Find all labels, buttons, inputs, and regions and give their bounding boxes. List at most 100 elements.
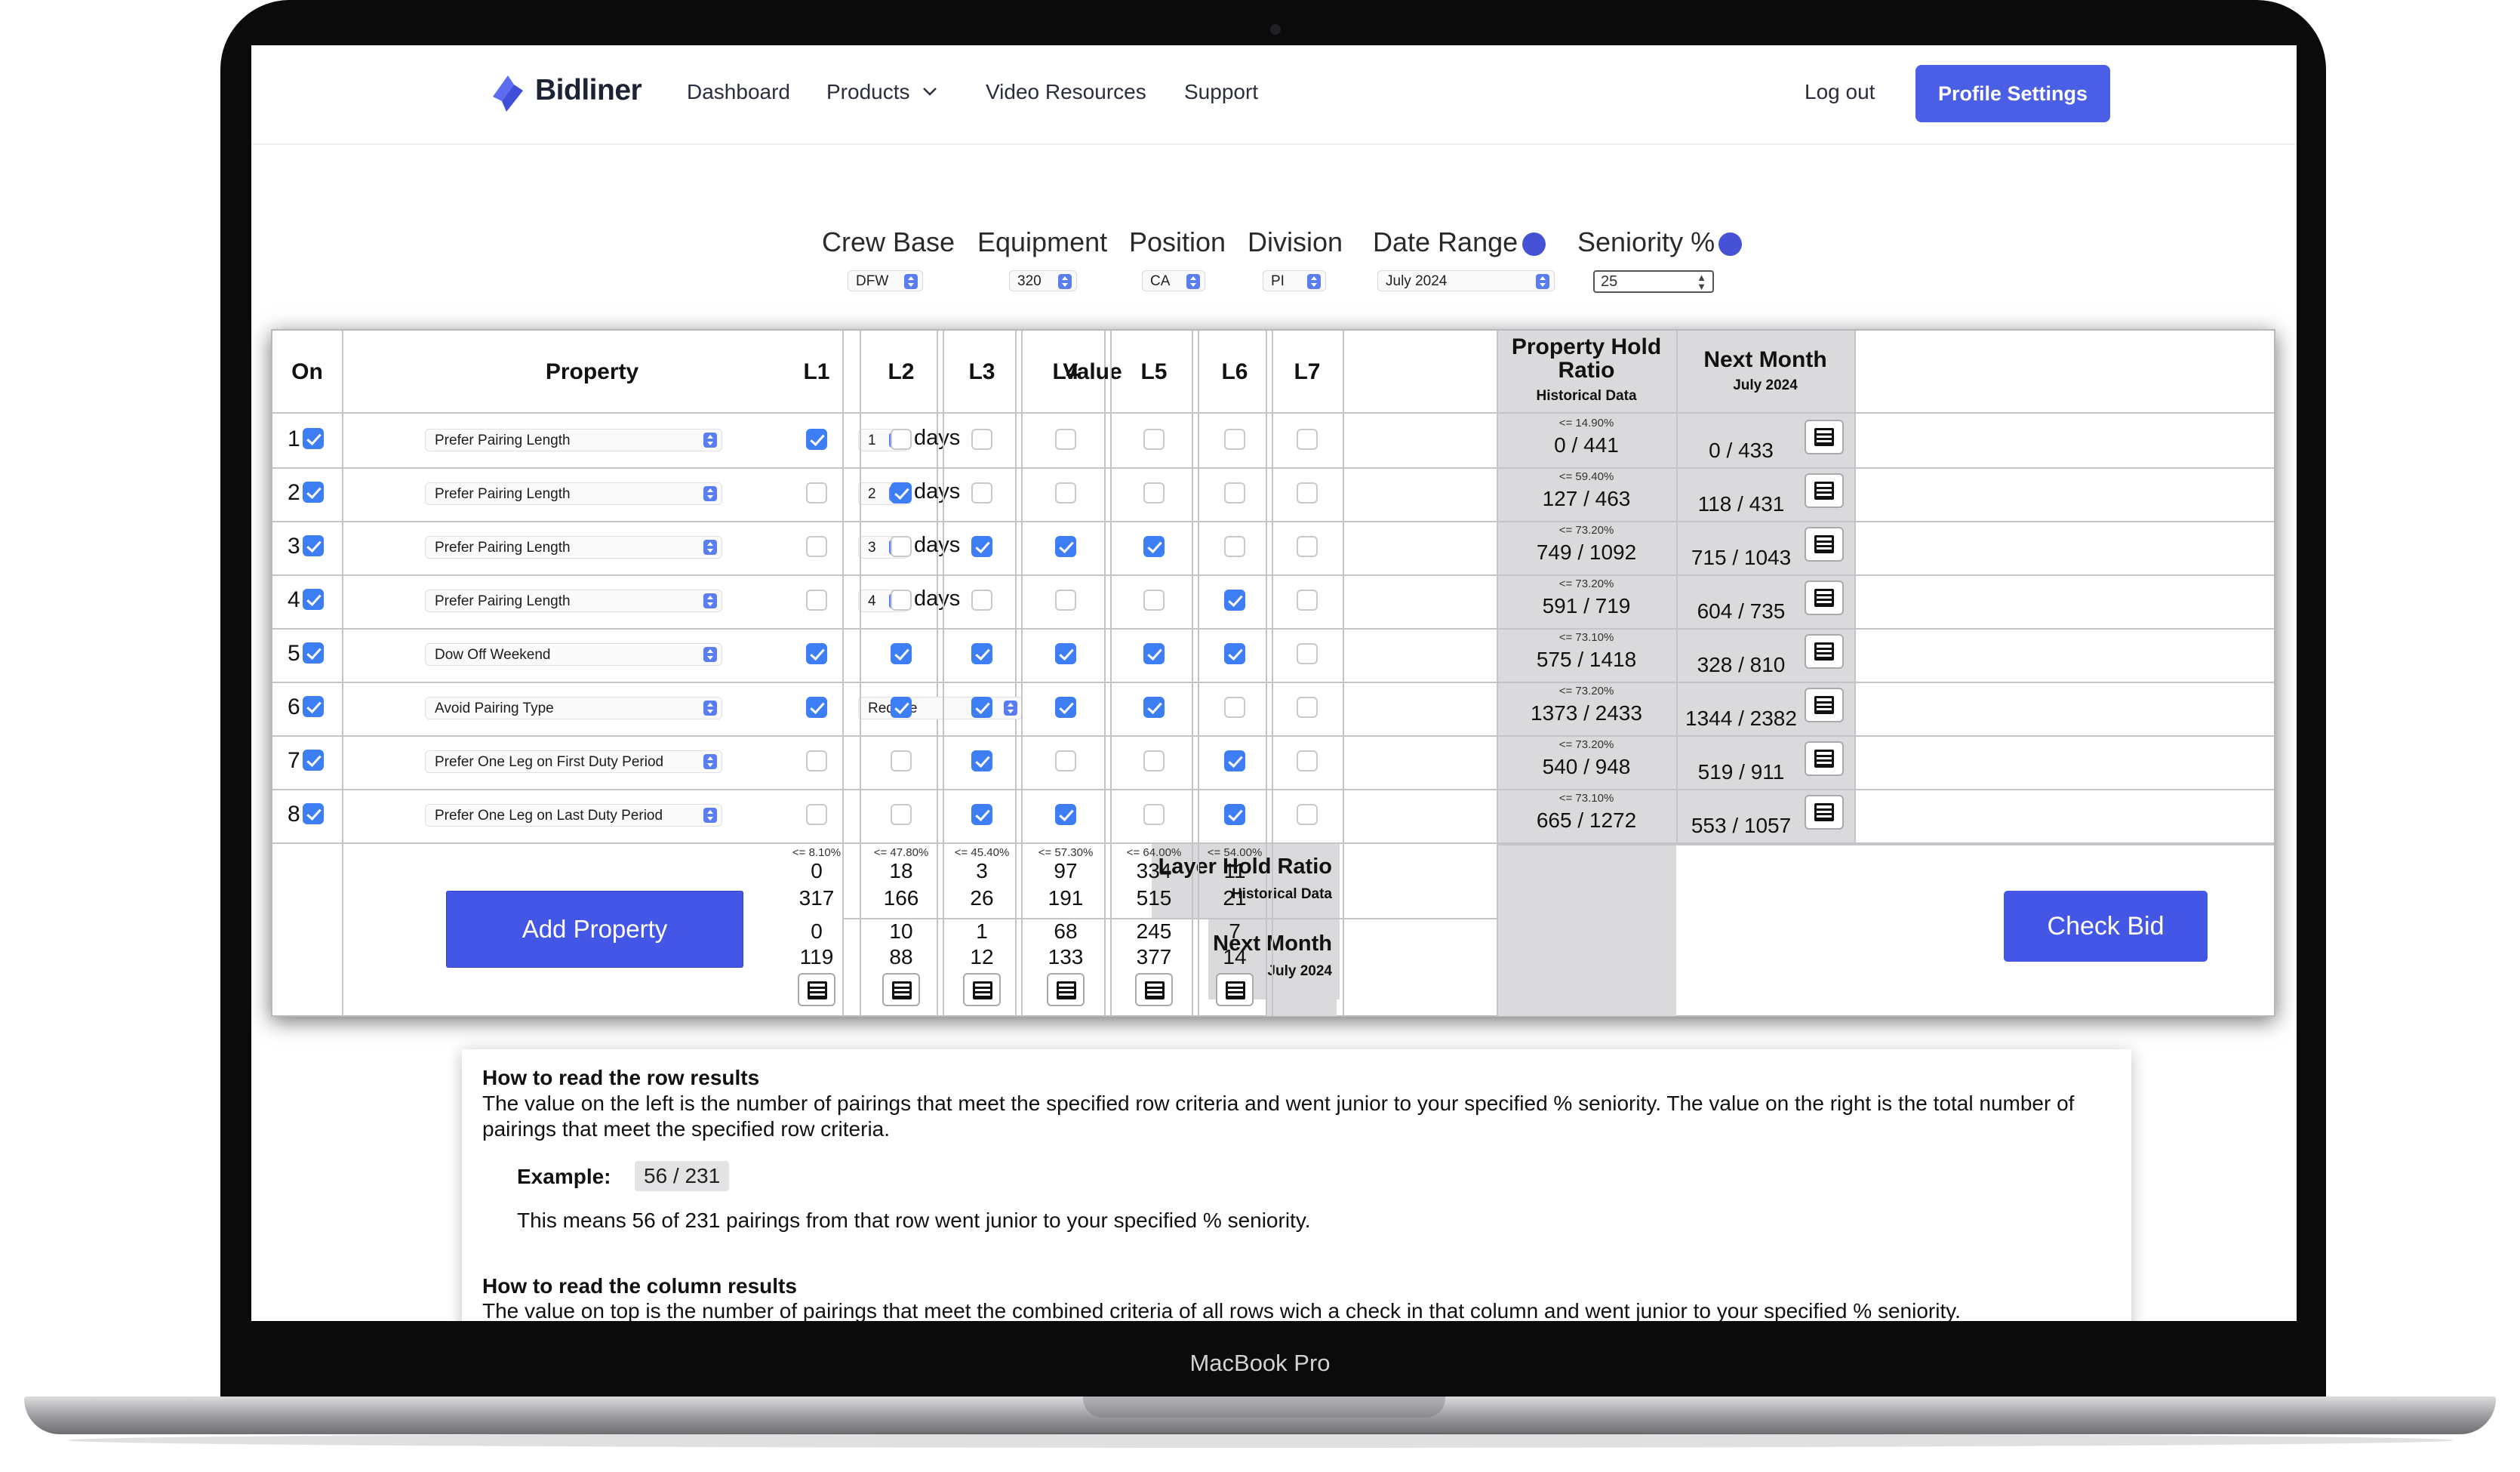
- layer-l5-checkbox[interactable]: [1143, 590, 1165, 611]
- property-select[interactable]: Prefer Pairing Length: [425, 429, 722, 451]
- layer-l7-checkbox[interactable]: [1297, 429, 1318, 450]
- property-select[interactable]: Dow Off Weekend: [425, 643, 722, 666]
- layer-l1-checkbox[interactable]: [806, 429, 827, 450]
- layer-l6-checkbox[interactable]: [1224, 482, 1245, 503]
- list-icon[interactable]: [1805, 795, 1844, 830]
- layer-l1-checkbox[interactable]: [806, 697, 827, 718]
- list-icon[interactable]: [1805, 688, 1844, 722]
- layer-l3-checkbox[interactable]: [971, 804, 992, 825]
- value-select[interactable]: Redeye: [858, 697, 1023, 719]
- add-property-button[interactable]: Add Property: [446, 891, 743, 968]
- layer-l3-checkbox[interactable]: [971, 482, 992, 503]
- layer-l5-checkbox[interactable]: [1143, 429, 1165, 450]
- layer-l5-checkbox[interactable]: [1143, 697, 1165, 718]
- layer-l5-checkbox[interactable]: [1143, 536, 1165, 557]
- layer-l4-checkbox[interactable]: [1055, 536, 1076, 557]
- layer-l7-checkbox[interactable]: [1297, 804, 1318, 825]
- layer-l4-checkbox[interactable]: [1055, 750, 1076, 771]
- row-on-checkbox[interactable]: [303, 482, 324, 503]
- row-on-checkbox[interactable]: [303, 589, 324, 610]
- layer-l2-checkbox[interactable]: [891, 590, 912, 611]
- layer-l6-checkbox[interactable]: [1224, 590, 1245, 611]
- property-select[interactable]: Prefer One Leg on First Duty Period: [425, 750, 722, 773]
- check-bid-button[interactable]: Check Bid: [2004, 891, 2208, 962]
- layer-l4-checkbox[interactable]: [1055, 429, 1076, 450]
- layer-l5-checkbox[interactable]: [1143, 643, 1165, 664]
- layer-l3-checkbox[interactable]: [971, 697, 992, 718]
- row-on-checkbox[interactable]: [303, 750, 324, 771]
- equipment-select[interactable]: 320: [1009, 270, 1077, 291]
- nav-products[interactable]: Products: [826, 80, 910, 104]
- layer-l1-checkbox[interactable]: [806, 482, 827, 503]
- layer-l1-checkbox[interactable]: [806, 804, 827, 825]
- property-select[interactable]: Avoid Pairing Type: [425, 697, 722, 719]
- layer-l1-checkbox[interactable]: [806, 536, 827, 557]
- layer-l6-checkbox[interactable]: [1224, 804, 1245, 825]
- list-icon[interactable]: [1805, 634, 1844, 669]
- layer-l7-checkbox[interactable]: [1297, 697, 1318, 718]
- list-icon[interactable]: [882, 973, 920, 1006]
- layer-l1-checkbox[interactable]: [806, 750, 827, 771]
- layer-l2-checkbox[interactable]: [891, 750, 912, 771]
- date-range-select[interactable]: July 2024: [1377, 270, 1555, 291]
- chevron-down-icon[interactable]: [922, 85, 938, 97]
- position-select[interactable]: CA: [1142, 270, 1205, 291]
- row-on-checkbox[interactable]: [303, 803, 324, 824]
- row-on-checkbox[interactable]: [303, 696, 324, 717]
- layer-l3-checkbox[interactable]: [971, 590, 992, 611]
- layer-l2-checkbox[interactable]: [891, 536, 912, 557]
- list-icon[interactable]: [1216, 973, 1254, 1006]
- brand-name[interactable]: Bidliner: [535, 74, 642, 107]
- division-select[interactable]: PI: [1263, 270, 1326, 291]
- layer-l6-checkbox[interactable]: [1224, 750, 1245, 771]
- layer-l2-checkbox[interactable]: [891, 697, 912, 718]
- layer-l5-checkbox[interactable]: [1143, 750, 1165, 771]
- layer-l2-checkbox[interactable]: [891, 643, 912, 664]
- property-select[interactable]: Prefer Pairing Length: [425, 590, 722, 612]
- layer-l2-checkbox[interactable]: [891, 429, 912, 450]
- layer-l6-checkbox[interactable]: [1224, 697, 1245, 718]
- layer-l6-checkbox[interactable]: [1224, 643, 1245, 664]
- layer-l3-checkbox[interactable]: [971, 536, 992, 557]
- layer-l7-checkbox[interactable]: [1297, 482, 1318, 503]
- list-icon[interactable]: [1047, 973, 1085, 1006]
- layer-l4-checkbox[interactable]: [1055, 482, 1076, 503]
- layer-l2-checkbox[interactable]: [891, 482, 912, 503]
- row-on-checkbox[interactable]: [303, 535, 324, 556]
- list-icon[interactable]: [1805, 527, 1844, 562]
- list-icon[interactable]: [1135, 973, 1173, 1006]
- layer-l3-checkbox[interactable]: [971, 643, 992, 664]
- layer-l4-checkbox[interactable]: [1055, 590, 1076, 611]
- seniority-input[interactable]: 25 ▲ ▼: [1593, 270, 1714, 293]
- nav-dashboard[interactable]: Dashboard: [687, 80, 790, 104]
- layer-l7-checkbox[interactable]: [1297, 643, 1318, 664]
- stepper-arrows-icon[interactable]: ▲ ▼: [1697, 273, 1706, 291]
- layer-l2-checkbox[interactable]: [891, 804, 912, 825]
- list-icon[interactable]: [1805, 473, 1844, 508]
- layer-l7-checkbox[interactable]: [1297, 750, 1318, 771]
- seniority-info-icon[interactable]: [1718, 233, 1742, 256]
- layer-l5-checkbox[interactable]: [1143, 482, 1165, 503]
- row-on-checkbox[interactable]: [303, 642, 324, 664]
- list-icon[interactable]: [963, 973, 1001, 1006]
- crew-base-select[interactable]: DFW: [848, 270, 923, 291]
- layer-l4-checkbox[interactable]: [1055, 643, 1076, 664]
- layer-l5-checkbox[interactable]: [1143, 804, 1165, 825]
- property-select[interactable]: Prefer Pairing Length: [425, 536, 722, 559]
- row-on-checkbox[interactable]: [303, 428, 324, 449]
- layer-l7-checkbox[interactable]: [1297, 536, 1318, 557]
- layer-l1-checkbox[interactable]: [806, 590, 827, 611]
- list-icon[interactable]: [1805, 420, 1844, 454]
- list-icon[interactable]: [1805, 741, 1844, 776]
- nav-support[interactable]: Support: [1184, 80, 1258, 104]
- layer-l7-checkbox[interactable]: [1297, 590, 1318, 611]
- layer-l6-checkbox[interactable]: [1224, 429, 1245, 450]
- property-select[interactable]: Prefer Pairing Length: [425, 482, 722, 505]
- layer-l1-checkbox[interactable]: [806, 643, 827, 664]
- layer-l3-checkbox[interactable]: [971, 429, 992, 450]
- nav-video-resources[interactable]: Video Resources: [986, 80, 1146, 104]
- logout-link[interactable]: Log out: [1805, 80, 1875, 104]
- date-range-info-icon[interactable]: [1522, 233, 1546, 256]
- property-select[interactable]: Prefer One Leg on Last Duty Period: [425, 804, 722, 827]
- layer-l4-checkbox[interactable]: [1055, 804, 1076, 825]
